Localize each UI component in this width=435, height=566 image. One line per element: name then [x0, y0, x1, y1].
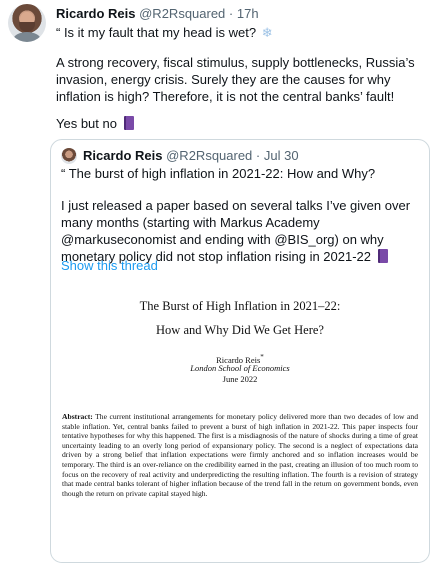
author-name[interactable]: Ricardo Reis [56, 6, 135, 21]
author-handle[interactable]: @R2Rsquared [139, 6, 225, 21]
paper-author-footnote-mark: * [260, 353, 264, 361]
avatar-beard [19, 22, 35, 32]
separator-dot: · [228, 6, 234, 21]
tweet-line-1: “ Is it my fault that my head is wet? ❄ [56, 24, 426, 41]
quoted-author-name: Ricardo Reis [83, 148, 163, 163]
tweet-header: Ricardo Reis @R2Rsquared · 17h [56, 6, 259, 22]
quoted-line-2-text: I just released a paper based on several… [61, 198, 411, 264]
tweet[interactable]: Ricardo Reis @R2Rsquared · 17h “ Is it m… [0, 0, 435, 566]
quoted-author-handle: @R2Rsquared [166, 148, 253, 163]
tweet-line-2: A strong recovery, fiscal stimulus, supp… [56, 55, 415, 104]
show-thread-link[interactable]: Show this thread [61, 258, 158, 273]
avatar-shirt [13, 32, 41, 42]
quoted-line-1: “ The burst of high inflation in 2021-22… [61, 166, 376, 181]
paper-preview-image[interactable]: The Burst of High Inflation in 2021–22: … [52, 286, 428, 562]
quoted-time: Jul 30 [263, 148, 299, 163]
book-icon [377, 249, 388, 263]
paper-title-line-1: The Burst of High Inflation in 2021–22: [139, 299, 341, 313]
book-icon [123, 116, 134, 130]
quoted-line-2: I just released a paper based on several… [61, 197, 417, 265]
paper-abstract: Abstract: The current institutional arra… [62, 412, 418, 498]
quoted-tweet[interactable]: Ricardo Reis @R2Rsquared · Jul 30 “ The … [50, 139, 430, 563]
quoted-header: Ricardo Reis @R2Rsquared · Jul 30 [83, 148, 299, 164]
tweet-line-3-text: Yes but no [56, 116, 117, 131]
cloud-snow-icon: ❄ [261, 25, 273, 40]
avatar[interactable] [8, 4, 46, 42]
paper-title-line-2: How and Why Did We Get Here? [156, 323, 324, 337]
quoted-avatar[interactable] [61, 148, 77, 164]
paper-date: June 2022 [222, 374, 258, 384]
paper-abstract-text: The current institutional arrangements f… [62, 412, 418, 498]
tweet-time[interactable]: 17h [237, 6, 259, 21]
paper-abstract-label: Abstract: [62, 412, 93, 421]
tweet-line-3: Yes but no [56, 115, 426, 132]
tweet-line-1-text: “ Is it my fault that my head is wet? [56, 25, 257, 40]
paper-affiliation: London School of Economics [190, 363, 290, 373]
quoted-separator-dot: · [255, 148, 261, 163]
